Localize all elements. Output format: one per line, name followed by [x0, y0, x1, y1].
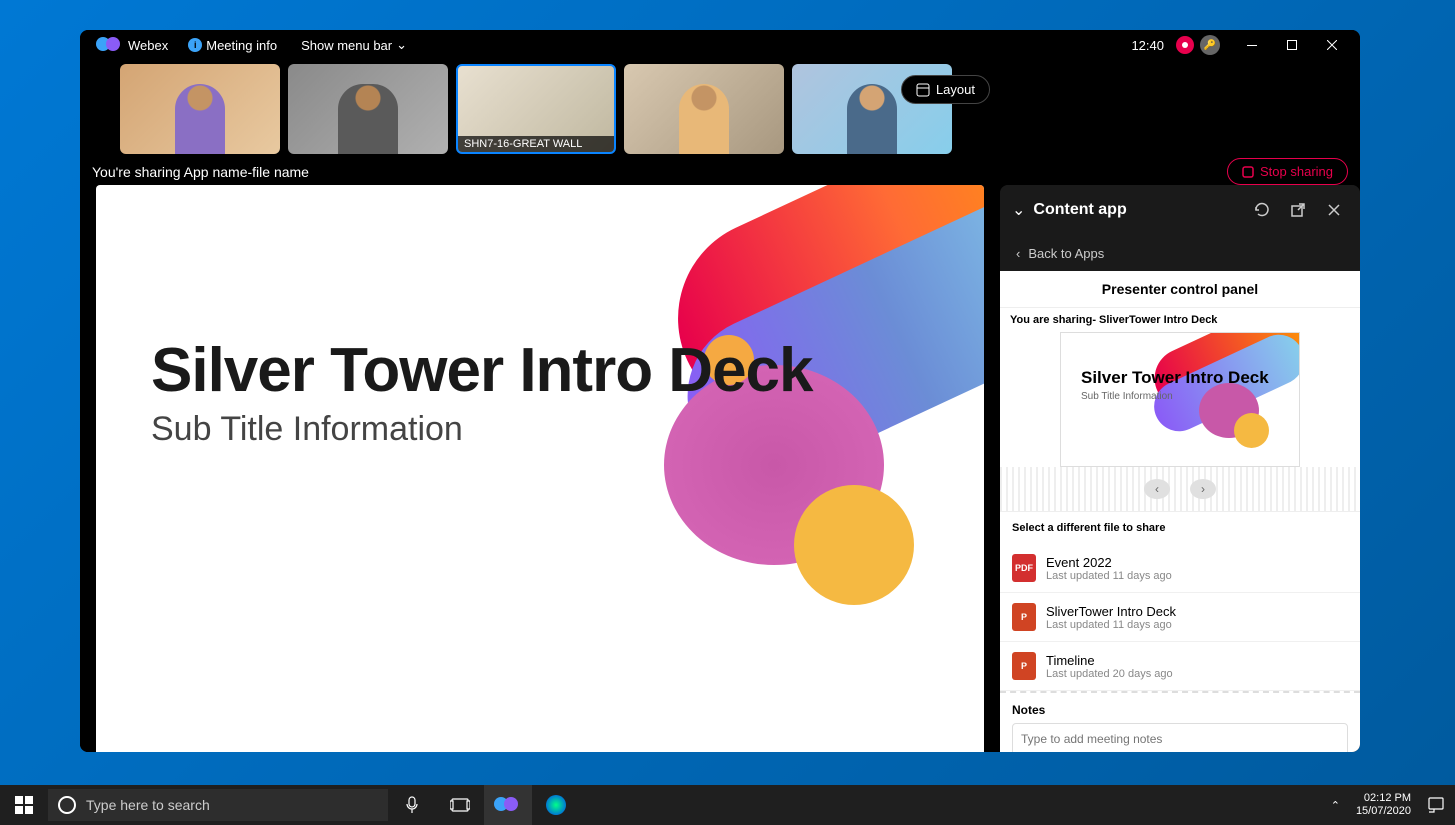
- tray-chevron-icon[interactable]: ⌃: [1331, 799, 1340, 812]
- refresh-button[interactable]: [1248, 196, 1276, 224]
- file-name: SliverTower Intro Deck: [1046, 604, 1176, 619]
- webex-window: Webex i Meeting info Show menu bar ⌄ 12:…: [80, 30, 1360, 752]
- windows-icon: [15, 796, 33, 814]
- maximize-button[interactable]: [1272, 30, 1312, 60]
- participant-thumbnail[interactable]: [120, 64, 280, 154]
- file-item[interactable]: PDF Event 2022Last updated 11 days ago: [1000, 544, 1360, 593]
- pdf-file-icon: PDF: [1012, 554, 1036, 582]
- refresh-icon: [1254, 202, 1270, 218]
- pop-out-icon: [1291, 203, 1305, 217]
- close-panel-button[interactable]: [1320, 196, 1348, 224]
- presentation-slide: Silver Tower Intro Deck Sub Title Inform…: [96, 185, 984, 752]
- app-name: Webex: [128, 38, 168, 53]
- slide-title: Silver Tower Intro Deck: [151, 335, 813, 406]
- close-icon: [1328, 204, 1340, 216]
- sharing-info: You are sharing- SliverTower Intro Deck: [1000, 308, 1360, 332]
- file-name: Timeline: [1046, 653, 1173, 668]
- file-name: Event 2022: [1046, 555, 1172, 570]
- key-icon: 🔑: [1200, 35, 1220, 55]
- select-file-label: Select a different file to share: [1000, 512, 1360, 544]
- layout-icon: [916, 83, 930, 97]
- title-bar: Webex i Meeting info Show menu bar ⌄ 12:…: [80, 30, 1360, 60]
- prev-slide-button[interactable]: ‹: [1144, 479, 1170, 499]
- windows-taskbar: Type here to search ⌃ 02:12 PM 15/07/202…: [0, 785, 1455, 825]
- stop-sharing-button[interactable]: Stop sharing: [1227, 158, 1348, 185]
- webex-taskbar-icon[interactable]: [484, 785, 532, 825]
- panel-header: ⌄ Content app: [1000, 185, 1360, 235]
- file-item[interactable]: P TimelineLast updated 20 days ago: [1000, 642, 1360, 691]
- file-meta: Last updated 11 days ago: [1046, 570, 1172, 582]
- main-content-area: Silver Tower Intro Deck Sub Title Inform…: [80, 185, 1360, 752]
- slide-display-area: Silver Tower Intro Deck Sub Title Inform…: [80, 185, 1000, 752]
- ppt-file-icon: P: [1012, 603, 1036, 631]
- task-view-button[interactable]: [436, 785, 484, 825]
- chevron-down-icon: ⌄: [396, 37, 407, 53]
- stop-icon: [1242, 166, 1254, 178]
- system-tray: ⌃ 02:12 PM 15/07/2020: [1321, 792, 1455, 818]
- minimize-button[interactable]: [1232, 30, 1272, 60]
- video-thumbnails-row: SHN7-16-GREAT WALL Layout: [80, 60, 1360, 158]
- file-item[interactable]: P SliverTower Intro DeckLast updated 11 d…: [1000, 593, 1360, 642]
- chevron-down-icon[interactable]: ⌄: [1012, 200, 1025, 220]
- back-to-apps-button[interactable]: ‹ Back to Apps: [1000, 235, 1360, 271]
- show-menu-bar-button[interactable]: Show menu bar ⌄: [289, 37, 419, 53]
- notifications-icon[interactable]: [1427, 796, 1445, 814]
- mic-icon: [405, 796, 419, 814]
- chevron-left-icon: ‹: [1016, 246, 1020, 261]
- panel-title: Content app: [1033, 201, 1240, 219]
- control-panel-title: Presenter control panel: [1000, 271, 1360, 308]
- participant-thumbnail[interactable]: [288, 64, 448, 154]
- taskbar-mic-button[interactable]: [388, 785, 436, 825]
- layout-button[interactable]: Layout: [901, 75, 990, 104]
- content-app-panel: ⌄ Content app ‹ Back to Apps Presenter c…: [1000, 185, 1360, 752]
- decorative-shapes: [514, 185, 984, 655]
- sharing-status-text: You're sharing App name-file name: [92, 164, 309, 180]
- slide-navigation: ‹ ›: [1000, 467, 1360, 512]
- edge-icon: [545, 794, 567, 816]
- participant-thumbnail-active[interactable]: SHN7-16-GREAT WALL: [456, 64, 616, 154]
- edge-taskbar-icon[interactable]: [532, 785, 580, 825]
- cortana-icon: [58, 796, 76, 814]
- participant-thumbnail[interactable]: [624, 64, 784, 154]
- notes-section: Notes: [1000, 691, 1360, 752]
- slide-subtitle: Sub Title Information: [151, 410, 463, 449]
- notes-input[interactable]: [1012, 723, 1348, 752]
- meeting-info-button[interactable]: i Meeting info: [176, 38, 289, 53]
- next-slide-button[interactable]: ›: [1190, 479, 1216, 499]
- clock: 12:40: [1119, 38, 1176, 53]
- sharing-status-bar: You're sharing App name-file name Stop s…: [80, 158, 1360, 185]
- start-button[interactable]: [0, 785, 48, 825]
- file-meta: Last updated 20 days ago: [1046, 668, 1173, 680]
- pop-out-button[interactable]: [1284, 196, 1312, 224]
- notes-label: Notes: [1012, 703, 1348, 717]
- slide-preview: Silver Tower Intro Deck Sub Title Inform…: [1060, 332, 1300, 467]
- info-icon: i: [188, 38, 202, 52]
- task-view-icon: [450, 797, 470, 813]
- search-placeholder: Type here to search: [86, 797, 210, 813]
- thumbnail-label: SHN7-16-GREAT WALL: [458, 136, 614, 152]
- ppt-file-icon: P: [1012, 652, 1036, 680]
- recording-indicator-icon: [1176, 36, 1194, 54]
- file-meta: Last updated 11 days ago: [1046, 619, 1176, 631]
- close-button[interactable]: [1312, 30, 1352, 60]
- webex-logo: Webex: [88, 37, 176, 53]
- panel-body: Presenter control panel You are sharing-…: [1000, 271, 1360, 752]
- tray-clock[interactable]: 02:12 PM 15/07/2020: [1348, 792, 1419, 818]
- webex-icon: [96, 37, 124, 53]
- taskbar-search[interactable]: Type here to search: [48, 789, 388, 821]
